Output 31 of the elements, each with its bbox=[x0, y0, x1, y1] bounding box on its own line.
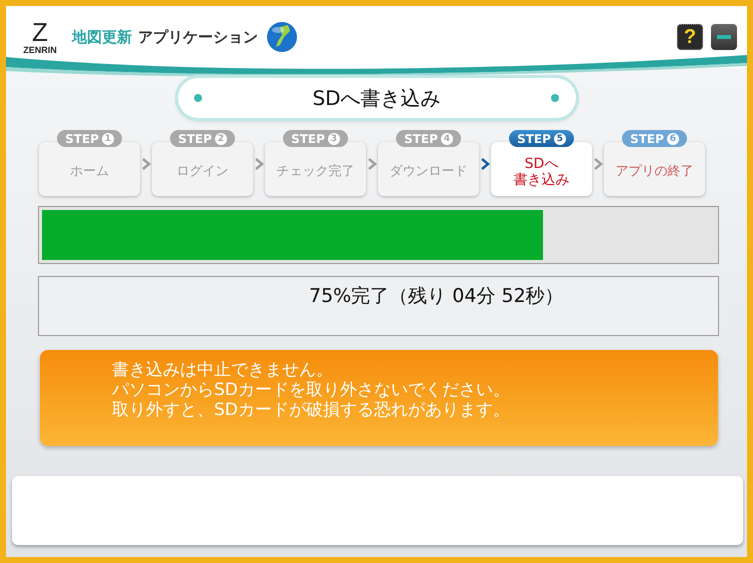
warning-text: 書き込みは中止できません。 bbox=[112, 360, 334, 380]
chevron-icon bbox=[140, 157, 152, 171]
step-label: 書き込み bbox=[514, 172, 570, 188]
help-button[interactable]: ? bbox=[677, 24, 703, 50]
minimize-icon bbox=[717, 35, 731, 39]
logo: Z ZENRIN bbox=[22, 19, 58, 55]
app-title: 地図更新 アプリケーション bbox=[72, 28, 258, 46]
page-title: SDへ書き込み bbox=[312, 84, 441, 112]
chevron-icon bbox=[592, 157, 604, 171]
chevron-icon bbox=[366, 157, 378, 171]
step-badge: STEP 2 bbox=[170, 130, 235, 147]
step-badge: STEP 4 bbox=[396, 130, 461, 147]
step-label: ホーム bbox=[70, 164, 109, 180]
step-label: SDへ bbox=[524, 156, 560, 172]
dot-icon bbox=[551, 94, 560, 102]
chevron-icon bbox=[253, 157, 265, 171]
step-badge: STEP 6 bbox=[622, 130, 687, 147]
step-badge: STEP 3 bbox=[283, 130, 348, 147]
step-badge: STEP 1 bbox=[57, 130, 122, 147]
globe-icon bbox=[266, 21, 298, 53]
step-label: ログイン bbox=[176, 164, 228, 180]
dot-icon bbox=[194, 94, 202, 102]
progress-reading: 75%完了（残り 04分 52秒） bbox=[38, 276, 719, 336]
step-label: アプリの終了 bbox=[616, 164, 694, 180]
chevron-icon bbox=[479, 157, 491, 171]
minimize-button[interactable] bbox=[711, 24, 737, 50]
warning-text: 取り外すと、SDカードが破損する恐れがあります。 bbox=[112, 400, 511, 420]
step-label: チェック完了 bbox=[276, 164, 354, 180]
step-badge: STEP 5 bbox=[509, 130, 574, 147]
warning-text: パソコンからSDカードを取り外さないでください。 bbox=[112, 380, 511, 400]
step-label: ダウンロード bbox=[390, 164, 468, 180]
